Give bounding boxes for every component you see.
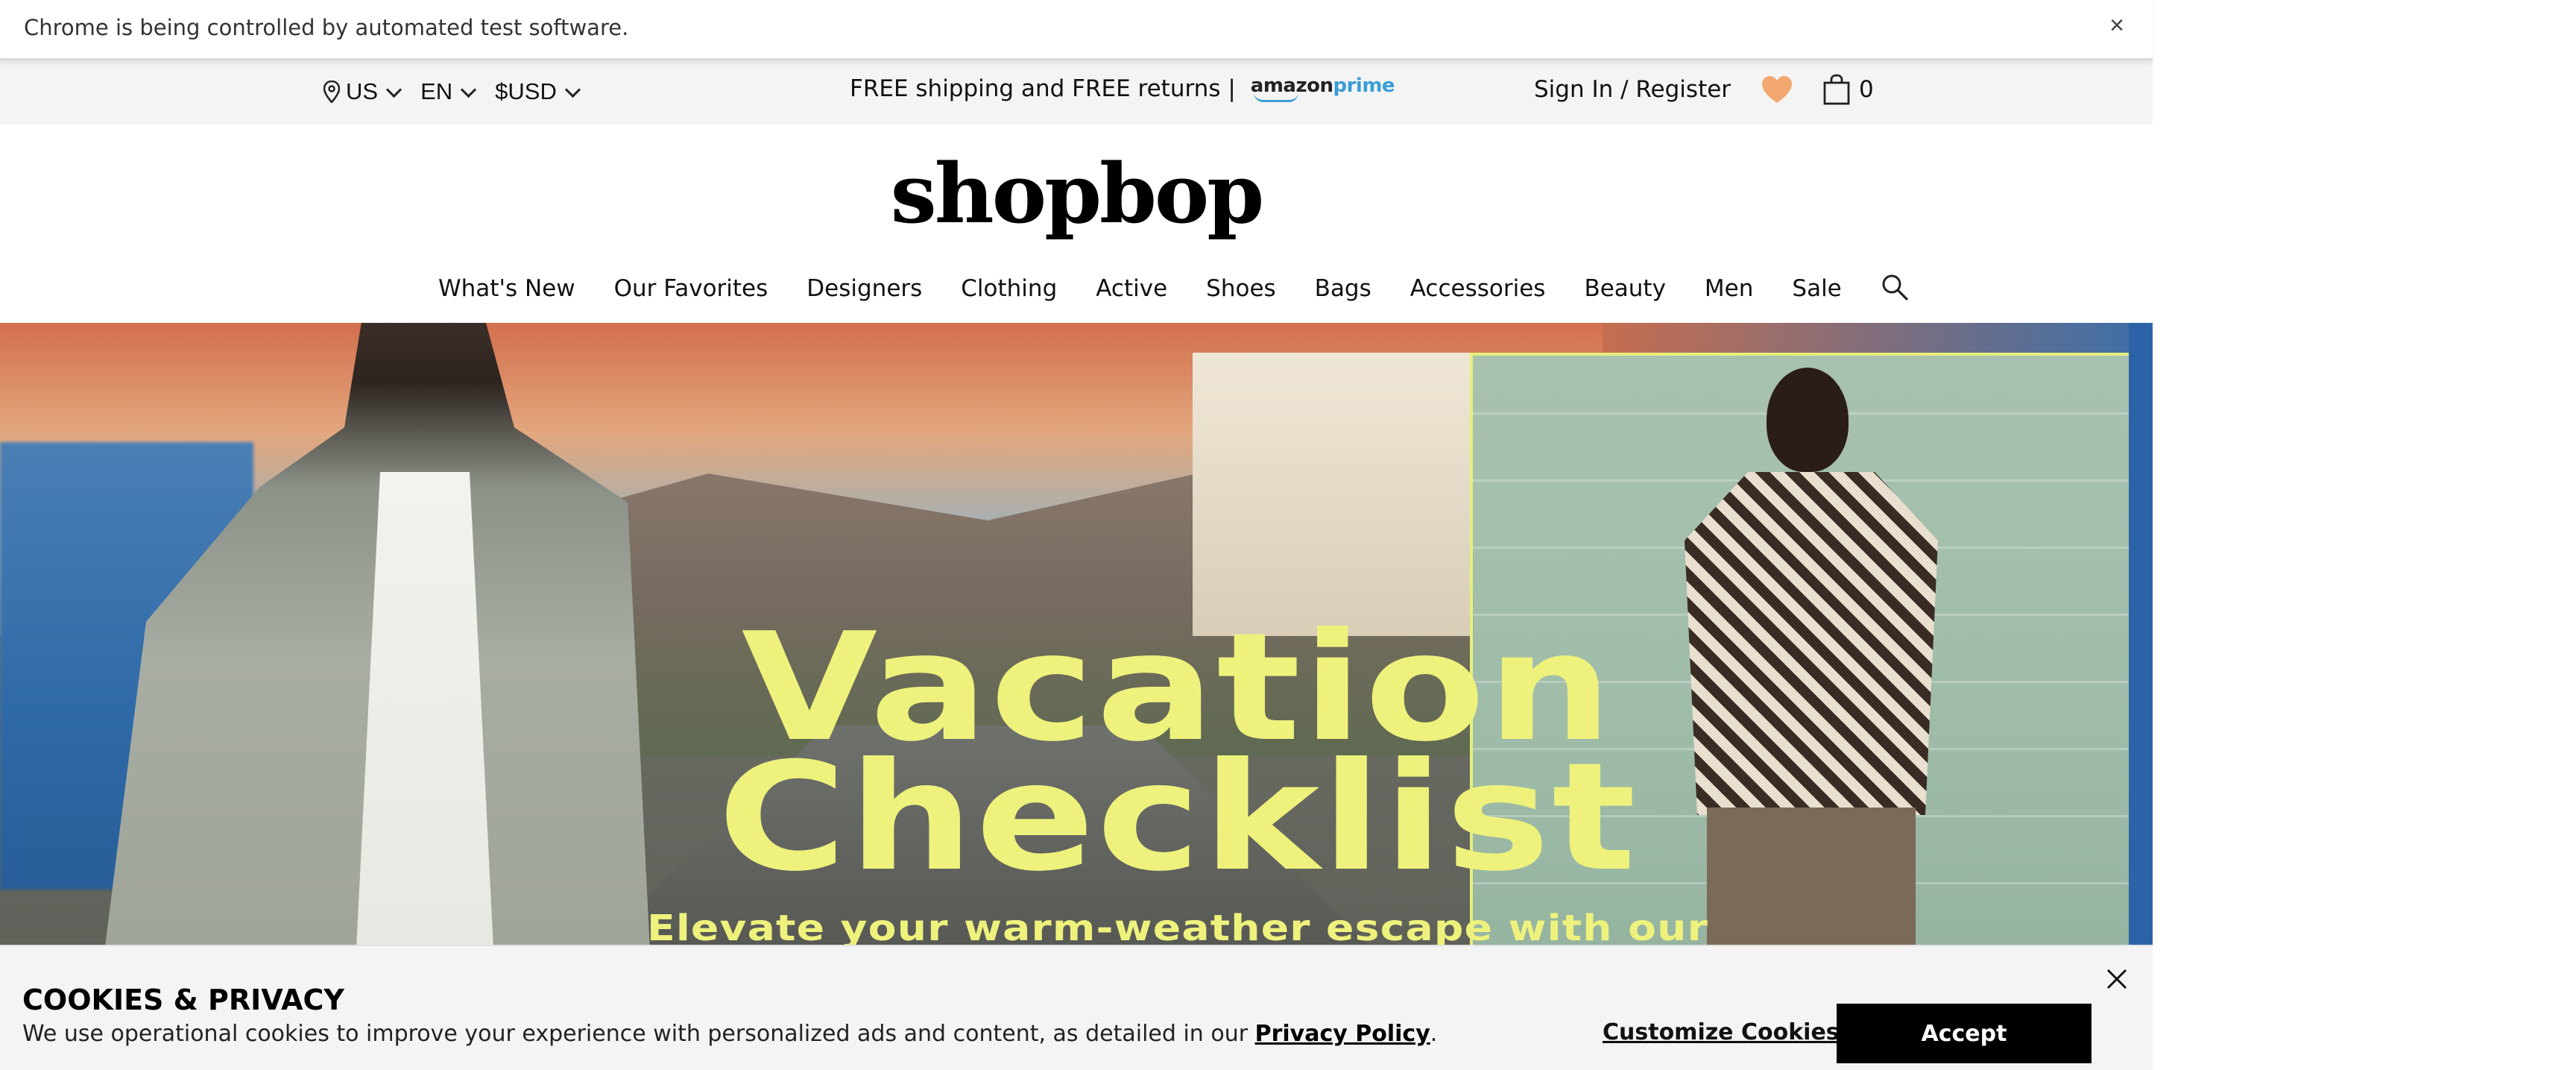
chevron-down-icon — [385, 81, 402, 98]
chevron-down-icon — [564, 81, 581, 98]
utility-bar: US EN $USD FREE shipping and FREE return… — [0, 60, 2153, 125]
privacy-policy-link[interactable]: Privacy Policy — [1255, 1021, 1430, 1047]
nav-item-men[interactable]: Men — [1705, 275, 1753, 302]
promo-text: FREE shipping and FREE returns | — [850, 75, 1236, 102]
shopping-bag-icon — [1823, 74, 1850, 105]
prime-logo-prime: prime — [1333, 74, 1395, 97]
main-nav: What's New Our Favorites Designers Cloth… — [438, 270, 1909, 307]
cookie-trailing-punct: . — [1430, 1021, 1438, 1047]
prime-smile-icon — [1253, 92, 1298, 102]
nav-item-clothing[interactable]: Clothing — [961, 275, 1057, 302]
cookie-banner: COOKIES & PRIVACY We use operational coo… — [0, 945, 2153, 1070]
bag-count: 0 — [1859, 76, 1874, 103]
signin-register-link[interactable]: Sign In / Register — [1534, 76, 1731, 103]
nav-item-bags[interactable]: Bags — [1315, 275, 1371, 302]
nav-item-sale[interactable]: Sale — [1792, 275, 1841, 302]
amazon-prime-logo: amazonprime — [1251, 76, 1395, 102]
region-selector[interactable]: US — [323, 78, 402, 105]
location-pin-icon — [323, 81, 340, 103]
hero-headline: Vacation Checklist Elevate your warm-wea… — [647, 614, 1708, 993]
nav-item-designers[interactable]: Designers — [806, 275, 922, 302]
nav-item-shoes[interactable]: Shoes — [1206, 275, 1276, 302]
customize-cookies-button[interactable]: Customize Cookies — [1603, 1019, 1840, 1045]
language-label: EN — [420, 78, 453, 104]
page: Chrome is being controlled by automated … — [0, 0, 2576, 1070]
automation-infobar: Chrome is being controlled by automated … — [0, 0, 2153, 60]
currency-label: $USD — [495, 78, 557, 104]
nav-item-whats-new[interactable]: What's New — [438, 275, 575, 302]
nav-item-accessories[interactable]: Accessories — [1410, 275, 1546, 302]
shopbop-logo[interactable]: shopbop — [0, 153, 2153, 235]
hero-headline-line2: Checklist — [717, 731, 1638, 904]
currency-selector[interactable]: $USD — [495, 78, 581, 105]
hero-right-top — [1603, 323, 2153, 353]
accept-button[interactable]: Accept — [1837, 1004, 2092, 1063]
automation-message: Chrome is being controlled by automated … — [24, 15, 629, 40]
close-icon[interactable] — [2102, 964, 2132, 994]
infobar-close-button[interactable]: × — [2102, 10, 2132, 40]
nav-item-our-favorites[interactable]: Our Favorites — [614, 275, 768, 302]
language-selector[interactable]: EN — [420, 78, 477, 105]
cookie-title: COOKIES & PRIVACY — [22, 984, 344, 1016]
nav-item-beauty[interactable]: Beauty — [1584, 275, 1665, 302]
search-icon[interactable] — [1881, 273, 1909, 307]
shopping-bag-button[interactable]: 0 — [1823, 74, 1874, 105]
cookie-text: We use operational cookies to improve yo… — [22, 1021, 1248, 1047]
nav-item-active[interactable]: Active — [1096, 275, 1167, 302]
locale-selectors: US EN $USD — [323, 78, 581, 105]
shipping-promo: FREE shipping and FREE returns | amazonp… — [850, 75, 1395, 102]
account-area: Sign In / Register 0 — [1534, 74, 1874, 105]
heart-icon[interactable] — [1761, 75, 1793, 104]
cookie-description: We use operational cookies to improve yo… — [22, 1021, 1437, 1047]
chevron-down-icon — [461, 81, 477, 98]
region-label: US — [346, 78, 379, 104]
